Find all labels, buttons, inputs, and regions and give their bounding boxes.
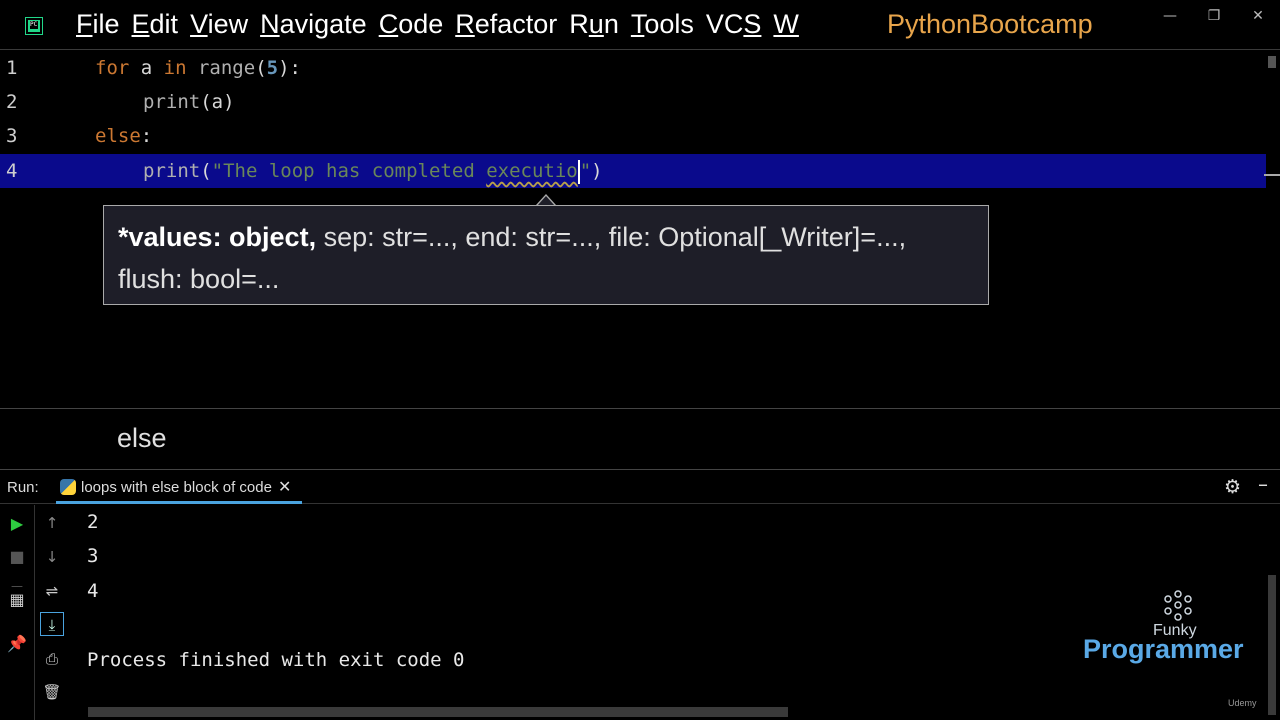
gear-icon[interactable]: ⚙ [1224,476,1241,498]
close-tab-icon[interactable]: ✕ [278,477,291,496]
run-console: ▶ ■ — ▦ 📌 ↑ ↓ ⇌ ⤓ ⎙ 🗑 2 3 4 Process fini… [0,505,1280,720]
watermark-udemy: Udemy [1228,698,1257,708]
layout-icon[interactable]: ▦ [6,589,28,611]
minimize-icon[interactable]: — [1160,6,1180,26]
stop-icon[interactable]: ■ [6,546,28,568]
code-line[interactable]: 2 print(a) [0,85,1266,119]
run-tool-window-header: Run: loops with else block of code ✕ ⚙ – [0,470,1280,504]
menu-navigate[interactable]: Navigate [260,9,367,40]
console-output-line: Process finished with exit code 0 [87,649,465,671]
error-stripe-mark[interactable] [1264,174,1280,176]
run-tab[interactable]: loops with else block of code ✕ [56,474,302,504]
watermark-programmer: Programmer [1083,634,1244,664]
pin-icon[interactable]: 📌 [6,633,28,655]
menu-edit[interactable]: Edit [132,9,179,40]
menu-vcs[interactable]: VCS [706,9,762,40]
arrow-up-icon[interactable]: ↑ [40,511,64,535]
menu-window[interactable]: W [773,9,798,40]
menu-view[interactable]: View [190,9,248,40]
trash-icon[interactable]: 🗑 [40,680,64,704]
menu-tools[interactable]: Tools [631,9,694,40]
main-menu: File Edit View Navigate Code Refactor Ru… [76,9,811,40]
parameter-info-tooltip: *values: object, sep: str=..., end: str=… [103,205,989,305]
arrow-down-icon[interactable]: ↓ [40,545,64,569]
project-name: PythonBootcamp [887,9,1093,39]
console-output-line: 4 [87,580,99,602]
print-icon[interactable]: ⎙ [40,647,64,671]
run-label: Run: [7,479,39,496]
line-number: 2 [6,91,18,113]
run-tab-label: loops with else block of code [81,479,272,496]
run-second-toolbar: ↑ ↓ ⇌ ⤓ ⎙ 🗑 [36,505,68,720]
rerun-icon[interactable]: ▶ [6,513,28,535]
active-tab-indicator [56,501,302,504]
restore-icon[interactable]: ❐ [1204,6,1224,26]
hide-icon[interactable]: – [1258,472,1268,496]
menu-file[interactable]: File [76,9,120,40]
line-number: 4 [6,160,18,182]
breadcrumb: else [0,408,1280,470]
run-left-toolbar: ▶ ■ — ▦ 📌 [0,505,35,720]
code-line-current[interactable]: 4 print("The loop has completed executio… [0,154,1266,188]
horizontal-scrollbar[interactable] [88,707,788,717]
close-window-icon[interactable]: ✕ [1248,6,1268,26]
line-number: 1 [6,57,18,79]
code-line[interactable]: 1 for a in range(5): [0,51,1266,85]
breadcrumb-item[interactable]: else [117,423,167,454]
console-output-line: 2 [87,511,99,533]
vertical-scrollbar[interactable] [1268,575,1276,715]
line-number: 3 [6,125,18,147]
pycharm-app-icon[interactable]: PC [25,17,43,35]
console-output-line: 3 [87,545,99,567]
menu-run[interactable]: Run [569,9,619,40]
title-bar: PC File Edit View Navigate Code Refactor… [0,0,1280,50]
menu-refactor[interactable]: Refactor [455,9,557,40]
tooltip-arrow [536,194,556,206]
funky-programmer-logo-icon [1164,590,1192,621]
editor-scrollbar[interactable] [1268,56,1276,68]
python-icon [60,479,76,495]
code-line[interactable]: 3 else: [0,119,1266,153]
soft-wrap-icon[interactable]: ⇌ [40,579,64,603]
scroll-to-end-icon[interactable]: ⤓ [40,612,64,636]
menu-code[interactable]: Code [379,9,444,40]
